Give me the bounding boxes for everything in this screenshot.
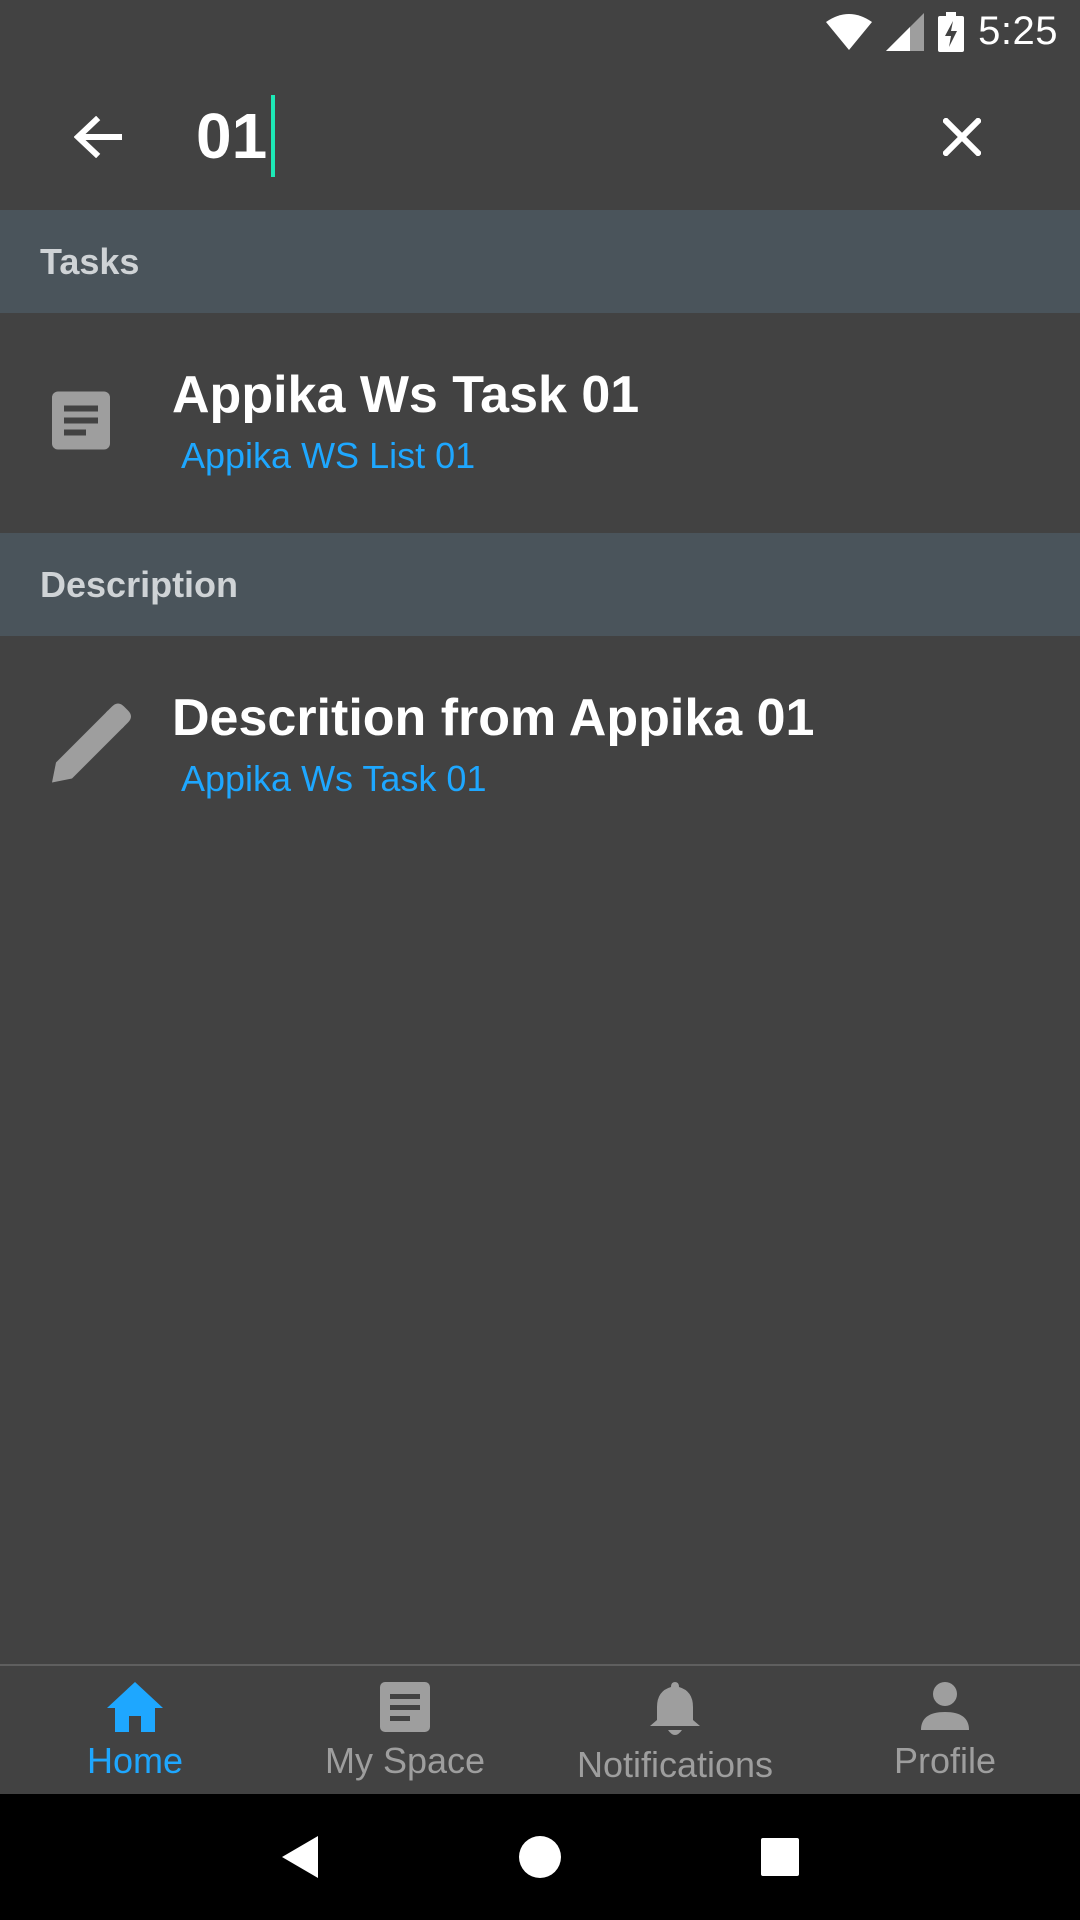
task-document-icon xyxy=(50,390,112,457)
result-title: Appika Ws Task 01 xyxy=(172,366,640,424)
section-header-description: Description xyxy=(0,533,1080,636)
bell-icon xyxy=(650,1682,700,1735)
system-home-button[interactable] xyxy=(510,1827,570,1887)
search-bar: 01 xyxy=(0,63,1080,210)
document-icon xyxy=(380,1682,430,1732)
clock: 5:25 xyxy=(978,9,1058,53)
search-input[interactable]: 01 xyxy=(196,93,896,179)
section-title: Tasks xyxy=(40,240,140,282)
home-icon xyxy=(107,1682,163,1732)
nav-label: Profile xyxy=(893,1740,997,1781)
section-title: Description xyxy=(40,563,239,605)
nav-item-profile[interactable]: Profile xyxy=(810,1666,1080,1794)
back-button[interactable] xyxy=(64,107,132,167)
nav-label: Notifications xyxy=(576,1744,774,1785)
arrow-back-icon xyxy=(74,116,122,158)
close-icon xyxy=(943,118,981,156)
system-back-button[interactable] xyxy=(270,1827,330,1887)
search-result-description[interactable]: Descrition from Appika 01 Appika Ws Task… xyxy=(0,636,1080,856)
nav-item-home[interactable]: Home xyxy=(0,1666,270,1794)
square-recents-icon xyxy=(761,1838,799,1876)
nav-label: Home xyxy=(86,1740,184,1781)
nav-item-notifications[interactable]: Notifications xyxy=(540,1666,810,1794)
text-cursor xyxy=(271,95,276,177)
nav-item-my-space[interactable]: My Space xyxy=(270,1666,540,1794)
status-bar: 5:25 xyxy=(0,0,1080,63)
result-subtitle[interactable]: Appika Ws Task 01 xyxy=(181,758,486,800)
result-title: Descrition from Appika 01 xyxy=(172,689,815,747)
nav-label: My Space xyxy=(324,1740,486,1781)
triangle-back-icon xyxy=(282,1836,318,1878)
person-icon xyxy=(921,1682,969,1730)
system-recents-button[interactable] xyxy=(750,1827,810,1887)
circle-home-icon xyxy=(519,1836,561,1878)
search-result-task[interactable]: Appika Ws Task 01 Appika WS List 01 xyxy=(0,313,1080,533)
cell-signal-icon xyxy=(886,12,925,51)
system-navigation-bar xyxy=(0,1794,1080,1920)
section-header-tasks: Tasks xyxy=(0,210,1080,313)
battery-charging-icon xyxy=(938,11,965,52)
search-query: 01 xyxy=(196,100,268,172)
bottom-navigation: Home My Space Notifications Profile xyxy=(0,1664,1080,1794)
result-subtitle[interactable]: Appika WS List 01 xyxy=(181,435,475,477)
pencil-icon xyxy=(50,703,132,790)
clear-search-button[interactable] xyxy=(932,107,992,167)
wifi-icon xyxy=(826,13,873,50)
